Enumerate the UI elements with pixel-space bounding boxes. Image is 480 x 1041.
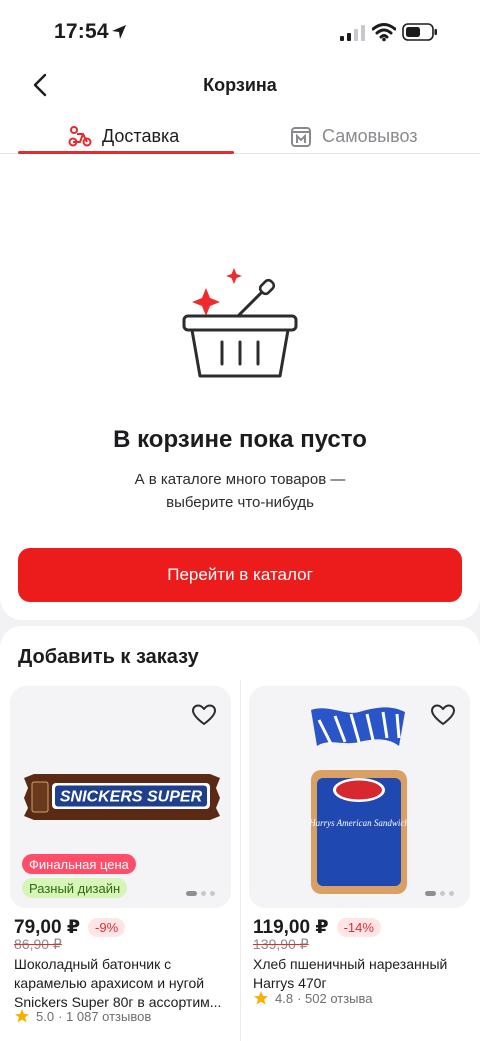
rating-value: 4.8 — [275, 990, 294, 1006]
scooter-icon — [68, 126, 92, 147]
product-name[interactable]: Шоколадный батончик с карамелью арахисом… — [14, 955, 228, 1012]
review-count: · 1 087 отзывов — [58, 1008, 152, 1024]
harrys-logo-text: Harrys American Sandwich — [308, 818, 409, 828]
image-carousel-dots — [186, 891, 215, 896]
active-tab-indicator — [18, 151, 234, 154]
discount-badge: -9% — [88, 918, 126, 937]
page-title: Корзина — [203, 75, 277, 95]
tab-pickup-label: Самовывоз — [322, 125, 418, 146]
favorite-heart-icon[interactable] — [430, 702, 456, 728]
old-price: 86,90 ₽ — [14, 936, 62, 952]
discount-badge: -14% — [336, 918, 381, 937]
empty-basket-icon — [182, 268, 298, 378]
column-divider — [240, 680, 241, 1041]
status-bar: 17:54 — [0, 0, 480, 64]
store-icon — [291, 127, 311, 147]
product-image-snickers[interactable]: SNICKERS SUPER Финальная цена Разный диз… — [10, 686, 231, 908]
tab-pickup[interactable]: Самовывоз — [290, 118, 418, 154]
battery-icon — [402, 23, 437, 41]
product-rating: 4.8 · 502 отзыва — [253, 990, 373, 1006]
section-title: Добавить к заказу — [18, 646, 199, 668]
go-to-catalog-button[interactable]: Перейти в каталог — [18, 548, 462, 602]
tag-final-price: Финальная цена — [22, 854, 136, 874]
snickers-logo-text: SNICKERS SUPER — [60, 789, 203, 806]
image-carousel-dots — [425, 891, 454, 896]
empty-cart-subtitle-line1: А в каталоге много товаров — — [134, 471, 346, 488]
empty-cart-title: В корзине пока пусто — [113, 426, 367, 453]
status-time: 17:54 — [54, 20, 109, 43]
product-rating: 5.0 · 1 087 отзывов — [14, 1008, 151, 1024]
tab-delivery-label: Доставка — [102, 125, 180, 146]
cellular-signal-icon — [340, 25, 365, 41]
favorite-heart-icon[interactable] — [191, 702, 217, 728]
old-price: 139,90 ₽ — [253, 936, 309, 952]
product-name[interactable]: Хлеб пшеничный нарезанный Harrys 470г — [253, 955, 467, 993]
tab-delivery[interactable]: Доставка — [68, 118, 179, 154]
empty-cart-subtitle: А в каталоге много товаров — выберите чт… — [0, 468, 480, 514]
wifi-icon — [372, 23, 396, 42]
empty-cart-subtitle-line2: выберите что-нибудь — [166, 494, 314, 511]
cart-top-panel: 17:54 Корзина Доставка Самовывоз В корзи… — [0, 0, 480, 620]
star-icon — [15, 1009, 29, 1023]
location-arrow-icon — [112, 25, 126, 39]
star-icon — [254, 991, 268, 1005]
rating-value: 5.0 — [36, 1008, 55, 1024]
tag-various-design: Разный дизайн — [22, 878, 128, 898]
product-card-harrys[interactable]: Harrys American Sandwich 119,00 ₽ -14% 1… — [249, 686, 470, 1006]
review-count: · 502 отзыва — [297, 990, 373, 1006]
add-to-order-section: Добавить к заказу SNICKERS SUPER Финальн… — [0, 626, 480, 1041]
product-image-harrys[interactable]: Harrys American Sandwich — [249, 686, 470, 908]
product-card-snickers[interactable]: SNICKERS SUPER Финальная цена Разный диз… — [10, 686, 231, 1024]
